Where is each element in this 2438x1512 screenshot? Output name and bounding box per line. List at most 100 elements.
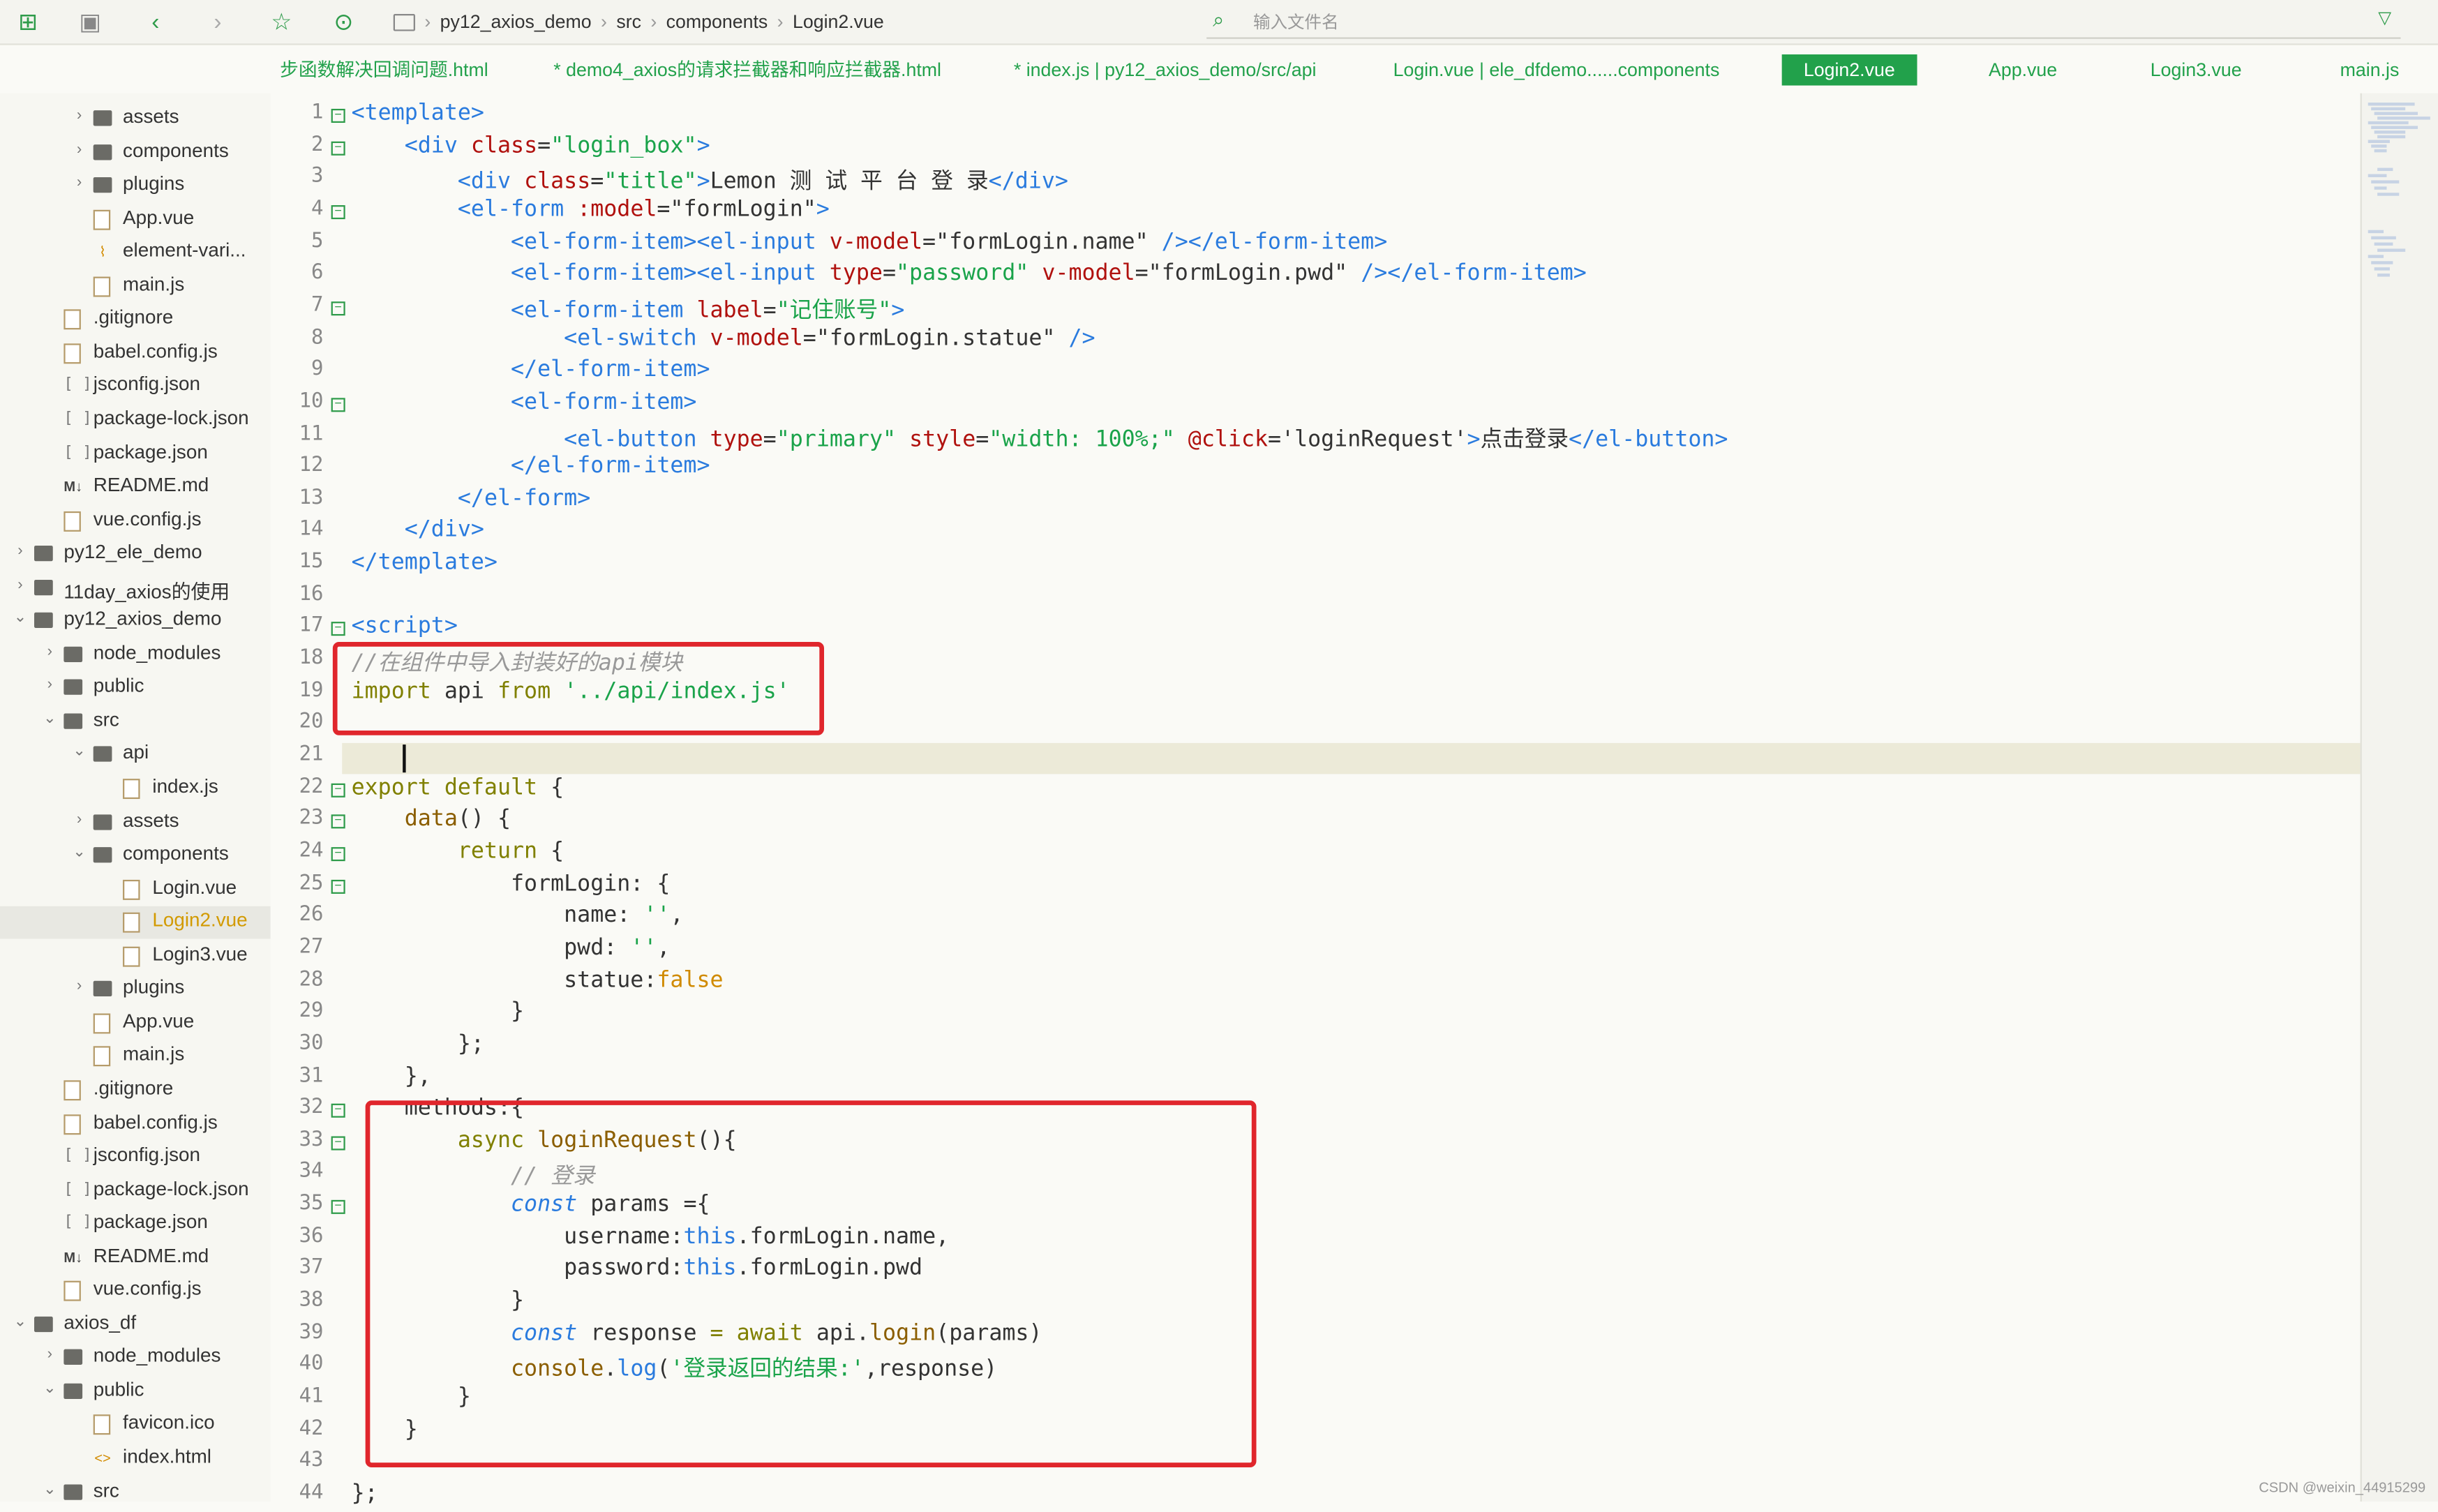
tab-4[interactable]: Login2.vue: [1781, 54, 1917, 86]
code-line[interactable]: name: '',: [352, 904, 683, 935]
tree-file[interactable]: Login2.vue: [0, 906, 271, 939]
tree-file[interactable]: vue.config.js: [0, 1275, 271, 1308]
fold-toggle-icon[interactable]: −: [331, 846, 345, 862]
forward-icon[interactable]: ›: [202, 6, 234, 38]
tree-folder[interactable]: ⌄ api: [0, 739, 271, 772]
tree-file[interactable]: .gitignore: [0, 1074, 271, 1107]
filter-icon[interactable]: ▽: [2378, 8, 2391, 28]
code-line[interactable]: statue:false: [352, 968, 723, 999]
tree-folder[interactable]: › public: [0, 672, 271, 705]
tree-file[interactable]: .gitignore: [0, 304, 271, 336]
tree-file[interactable]: Login.vue: [0, 873, 271, 906]
run-icon[interactable]: ⊙: [328, 6, 359, 38]
fold-toggle-icon[interactable]: −: [331, 301, 345, 315]
fold-toggle-icon[interactable]: −: [331, 140, 345, 155]
chevron-right-icon[interactable]: ›: [42, 1347, 57, 1364]
tree-folder[interactable]: › plugins: [0, 973, 271, 1006]
tree-file[interactable]: [ ] jsconfig.json: [0, 1141, 271, 1174]
breadcrumb-item[interactable]: src: [616, 11, 641, 33]
tab-0[interactable]: 步函数解决回调问题.html: [280, 54, 488, 86]
code-line[interactable]: },: [352, 1064, 431, 1095]
chevron-right-icon[interactable]: ›: [72, 141, 87, 158]
code-line[interactable]: <script>: [352, 615, 458, 646]
tree-folder[interactable]: › py12_ele_demo: [0, 538, 271, 571]
chevron-down-icon[interactable]: ⌄: [72, 744, 87, 761]
breadcrumb-item[interactable]: Login2.vue: [793, 11, 884, 33]
chevron-down-icon[interactable]: ⌄: [42, 710, 57, 728]
code-line[interactable]: pwd: '',: [352, 936, 670, 967]
tab-2[interactable]: * index.js | py12_axios_demo/src/api: [1014, 54, 1317, 86]
tree-folder[interactable]: › assets: [0, 103, 271, 135]
chevron-right-icon[interactable]: ›: [42, 643, 57, 661]
tree-file[interactable]: vue.config.js: [0, 504, 271, 537]
tree-folder[interactable]: › 11day_axios的使用: [0, 571, 271, 604]
tree-folder[interactable]: ⌄ src: [0, 1476, 271, 1502]
tree-file[interactable]: favicon.ico: [0, 1409, 271, 1442]
tree-folder[interactable]: ⌄ public: [0, 1375, 271, 1408]
code-line[interactable]: formLogin: {: [352, 871, 670, 903]
fold-toggle-icon[interactable]: −: [331, 814, 345, 830]
tree-file[interactable]: Login3.vue: [0, 940, 271, 973]
tree-folder[interactable]: ⌄ axios_df: [0, 1308, 271, 1341]
code-line[interactable]: };: [352, 1481, 378, 1512]
tree-file[interactable]: [ ] package.json: [0, 1208, 271, 1241]
tree-file[interactable]: [ ] package-lock.json: [0, 1174, 271, 1207]
code-line[interactable]: return {: [352, 839, 564, 871]
code-line[interactable]: <el-form-item label="记住账号">: [352, 294, 904, 325]
tree-file[interactable]: [ ] jsconfig.json: [0, 370, 271, 403]
code-line[interactable]: <div class="title">Lemon 测 试 平 台 登 录</di…: [352, 165, 1068, 197]
chevron-right-icon[interactable]: ›: [42, 677, 57, 694]
tree-file[interactable]: ⌇ element-vari...: [0, 237, 271, 269]
tree-file[interactable]: babel.config.js: [0, 337, 271, 370]
tree-file[interactable]: index.js: [0, 772, 271, 805]
code-line[interactable]: <el-switch v-model="formLogin.statue" />: [352, 326, 1095, 357]
tab-1[interactable]: * demo4_axios的请求拦截器和响应拦截器.html: [553, 54, 941, 86]
code-line[interactable]: </el-form-item>: [352, 358, 710, 389]
chevron-down-icon[interactable]: ⌄: [13, 610, 28, 627]
tab-6[interactable]: Login3.vue: [2151, 54, 2242, 86]
code-line[interactable]: <el-button type="primary" style="width: …: [352, 422, 1728, 454]
tree-file[interactable]: babel.config.js: [0, 1107, 271, 1140]
tree-file[interactable]: App.vue: [0, 1007, 271, 1040]
fold-toggle-icon[interactable]: −: [331, 1199, 345, 1215]
chevron-down-icon[interactable]: ⌄: [42, 1481, 57, 1498]
fold-toggle-icon[interactable]: −: [331, 108, 345, 123]
chevron-down-icon[interactable]: ⌄: [42, 1380, 57, 1398]
tree-file[interactable]: main.js: [0, 270, 271, 303]
code-line[interactable]: };: [352, 1032, 484, 1063]
chevron-right-icon[interactable]: ›: [72, 107, 87, 125]
back-icon[interactable]: ‹: [140, 6, 172, 38]
tree-file[interactable]: [ ] package.json: [0, 437, 271, 470]
code-line[interactable]: export default {: [352, 775, 564, 807]
new-file-icon[interactable]: ⊞: [13, 6, 44, 38]
fold-toggle-icon[interactable]: −: [331, 204, 345, 219]
chevron-down-icon[interactable]: ⌄: [13, 1313, 28, 1331]
tree-file[interactable]: [ ] package-lock.json: [0, 404, 271, 437]
breadcrumb-item[interactable]: py12_axios_demo: [440, 11, 592, 33]
tab-3[interactable]: Login.vue | ele_dfdemo......components: [1393, 54, 1720, 86]
tree-folder[interactable]: › node_modules: [0, 638, 271, 671]
tree-folder[interactable]: › assets: [0, 806, 271, 839]
tab-7[interactable]: main.js: [2340, 54, 2400, 86]
fold-toggle-icon[interactable]: −: [331, 397, 345, 412]
tree-file[interactable]: <> index.html: [0, 1442, 271, 1475]
fold-toggle-icon[interactable]: −: [331, 782, 345, 798]
star-icon[interactable]: ☆: [266, 6, 297, 38]
code-line[interactable]: </div>: [352, 518, 484, 550]
tree-folder[interactable]: ⌄ components: [0, 839, 271, 872]
file-search-input[interactable]: ⌕ 输入文件名 ▽: [1206, 5, 2401, 39]
chevron-right-icon[interactable]: ›: [72, 174, 87, 192]
fold-toggle-icon[interactable]: −: [331, 1103, 345, 1118]
code-line[interactable]: }: [352, 1000, 524, 1031]
fold-toggle-icon[interactable]: −: [331, 622, 345, 637]
tree-file[interactable]: App.vue: [0, 203, 271, 236]
tree-file[interactable]: main.js: [0, 1040, 271, 1073]
code-line[interactable]: </template>: [352, 551, 498, 582]
tree-folder[interactable]: › plugins: [0, 170, 271, 202]
code-line[interactable]: <el-form :model="formLogin">: [352, 197, 830, 229]
tab-5[interactable]: App.vue: [1989, 54, 2057, 86]
chevron-right-icon[interactable]: ›: [72, 978, 87, 996]
fold-toggle-icon[interactable]: −: [331, 878, 345, 894]
code-line[interactable]: <el-form-item>: [352, 390, 696, 421]
tree-folder[interactable]: ⌄ src: [0, 705, 271, 738]
